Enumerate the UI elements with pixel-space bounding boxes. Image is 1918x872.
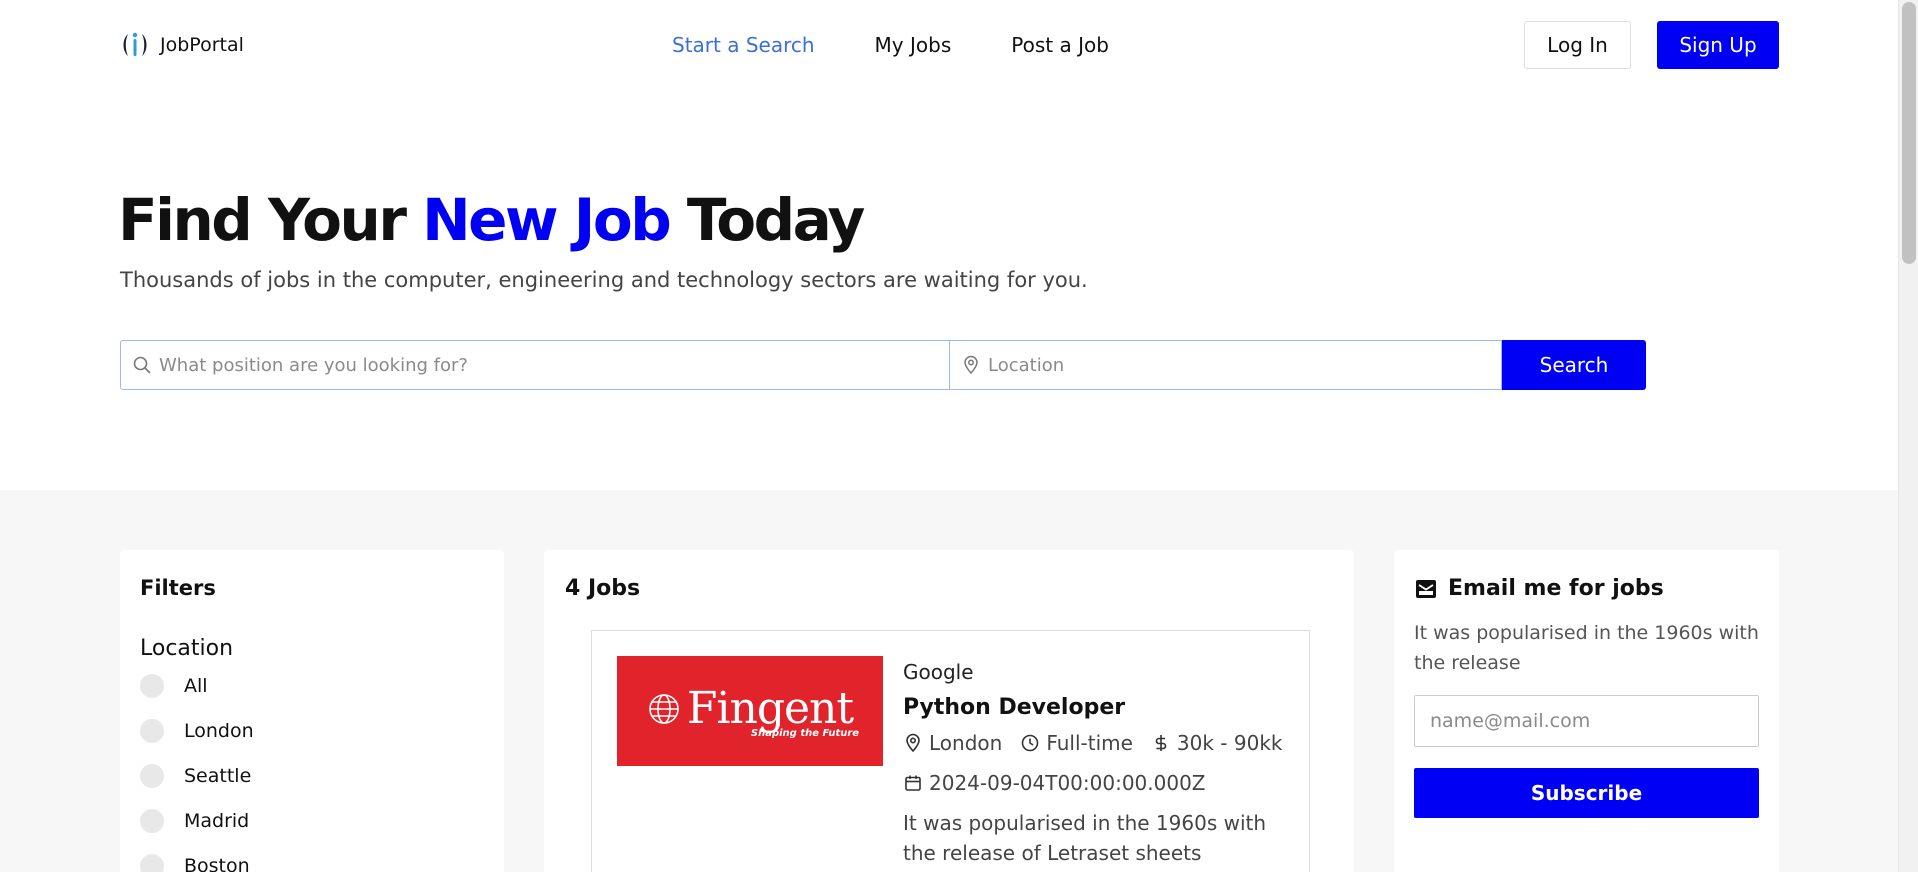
hero-subtitle: Thousands of jobs in the computer, engin… bbox=[120, 268, 1088, 292]
jobs-panel: 4 Jobs Fingent Shaping the Future Google… bbox=[544, 550, 1354, 872]
nav-my-jobs[interactable]: My Jobs bbox=[875, 33, 952, 57]
globe-icon bbox=[649, 693, 679, 724]
radio-button[interactable] bbox=[140, 719, 164, 743]
company-logo-text: Fingent bbox=[686, 683, 854, 734]
email-input[interactable] bbox=[1414, 695, 1759, 747]
nav-start-search[interactable]: Start a Search bbox=[672, 33, 815, 57]
location-search-input[interactable] bbox=[988, 341, 1491, 389]
signup-button[interactable]: Sign Up bbox=[1657, 21, 1779, 69]
results-section: Filters Location All London Seattle Madr… bbox=[0, 490, 1898, 872]
map-pin-icon bbox=[964, 355, 978, 375]
brand-logo[interactable]: JobPortal bbox=[120, 30, 244, 60]
search-button[interactable]: Search bbox=[1502, 340, 1646, 390]
search-icon bbox=[133, 356, 151, 374]
email-alert-panel: Email me for jobs It was popularised in … bbox=[1394, 550, 1779, 872]
search-bar: Search bbox=[120, 340, 1646, 390]
job-title[interactable]: Python Developer bbox=[903, 695, 1125, 720]
page: JobPortal Start a Search My Jobs Post a … bbox=[0, 0, 1898, 872]
location-option-label: Boston bbox=[184, 855, 250, 872]
location-option-all[interactable]: All bbox=[140, 674, 208, 698]
hero-title-part1: Find Your bbox=[118, 186, 423, 254]
filters-title: Filters bbox=[140, 576, 216, 600]
scrollbar-thumb[interactable] bbox=[1902, 2, 1916, 264]
location-option-london[interactable]: London bbox=[140, 719, 254, 743]
radio-button[interactable] bbox=[140, 809, 164, 833]
position-search-field bbox=[120, 340, 950, 390]
location-option-label: Seattle bbox=[184, 765, 252, 787]
radio-button[interactable] bbox=[140, 674, 164, 698]
location-option-label: Madrid bbox=[184, 810, 250, 832]
page-scrollbar[interactable] bbox=[1898, 0, 1918, 872]
radio-button[interactable] bbox=[140, 764, 164, 788]
hero-title-accent: New Job bbox=[422, 186, 672, 254]
top-navbar: JobPortal Start a Search My Jobs Post a … bbox=[0, 0, 1898, 90]
job-date: 2024-09-04T00:00:00.000Z bbox=[929, 771, 1206, 795]
map-pin-icon bbox=[906, 733, 920, 753]
email-alert-title-text: Email me for jobs bbox=[1448, 576, 1664, 601]
radio-button[interactable] bbox=[140, 854, 164, 872]
job-date-row: 2024-09-04T00:00:00.000Z bbox=[903, 771, 1206, 795]
hero-title: Find Your New Job Today bbox=[118, 186, 865, 254]
job-salary: 30k - 90kk bbox=[1176, 731, 1283, 755]
email-alert-title: Email me for jobs bbox=[1414, 576, 1664, 601]
brand-name: JobPortal bbox=[160, 34, 244, 56]
jobportal-logo-icon bbox=[123, 32, 147, 56]
nav-post-job[interactable]: Post a Job bbox=[1011, 33, 1109, 57]
job-description: It was popularised in the 1960s with the… bbox=[903, 811, 1267, 872]
company-logo: Fingent Shaping the Future bbox=[617, 656, 883, 766]
location-option-seattle[interactable]: Seattle bbox=[140, 764, 251, 788]
location-filter-heading: Location bbox=[140, 636, 234, 661]
job-card[interactable]: Fingent Shaping the Future Google Python… bbox=[591, 630, 1310, 872]
jobs-count: 4 Jobs bbox=[565, 576, 641, 601]
job-type: Full-time bbox=[1046, 731, 1133, 755]
calendar-icon bbox=[905, 775, 921, 791]
location-option-madrid[interactable]: Madrid bbox=[140, 809, 249, 833]
clock-icon bbox=[1022, 734, 1039, 752]
filters-panel: Filters Location All London Seattle Madr… bbox=[120, 550, 504, 872]
main-nav: Start a Search My Jobs Post a Job bbox=[672, 33, 1109, 57]
mail-inbox-icon bbox=[1416, 579, 1436, 598]
hero-title-part2: Today bbox=[669, 186, 865, 254]
company-logo-wordmark: Fingent bbox=[647, 683, 854, 734]
subscribe-button[interactable]: Subscribe bbox=[1414, 768, 1759, 818]
location-option-label: All bbox=[184, 675, 208, 697]
job-meta: London Full-time 30k - 90kk bbox=[903, 731, 1283, 755]
login-button[interactable]: Log In bbox=[1524, 21, 1631, 69]
email-alert-description: It was popularised in the 1960s with the… bbox=[1414, 622, 1759, 674]
company-logo-tagline: Shaping the Future bbox=[750, 728, 860, 739]
dollar-icon bbox=[1155, 735, 1167, 751]
location-option-label: London bbox=[184, 720, 254, 742]
location-option-boston[interactable]: Boston bbox=[140, 854, 250, 872]
position-search-input[interactable] bbox=[159, 341, 939, 389]
location-search-field bbox=[950, 340, 1502, 390]
job-company: Google bbox=[903, 660, 974, 684]
job-location: London bbox=[929, 731, 1003, 755]
